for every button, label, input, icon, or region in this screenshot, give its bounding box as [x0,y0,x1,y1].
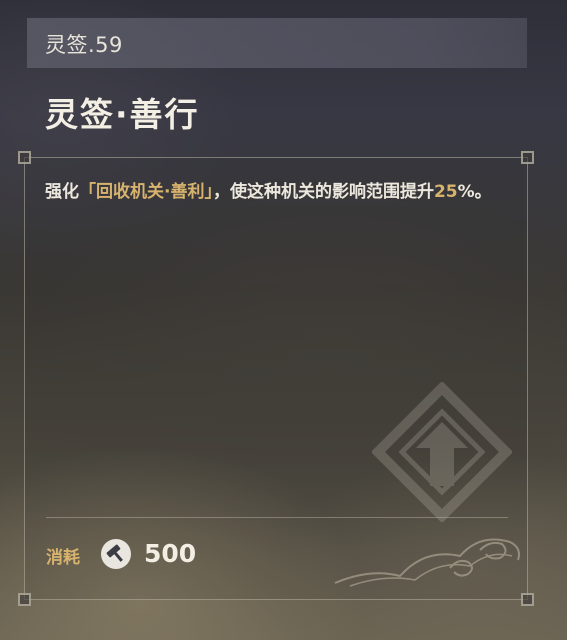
cost-value: 500 [144,539,197,568]
desc-highlight-name: 「回收机关·善利」 [79,182,213,202]
corner-ornament [18,593,31,606]
effect-description: 强化「回收机关·善利」，使这种机关的影响范围提升25%。 [45,178,505,206]
level-label: 灵签.59 [45,33,123,57]
cloud-ornament-icon [334,538,520,587]
hammer-icon [101,539,131,569]
cost-label: 消耗 [46,548,80,568]
desc-middle: ，使这种机关的影响范围提升 [212,182,434,202]
card-title: 灵签·善行 [45,95,200,134]
desc-prefix: 强化 [45,182,79,202]
divider [46,517,508,518]
desc-highlight-value: 25 [433,182,458,202]
corner-ornament [521,151,534,164]
corner-ornament [18,151,31,164]
arrow-up-emblem-icon [372,382,512,522]
desc-suffix: %。 [457,182,492,202]
corner-ornament [521,593,534,606]
